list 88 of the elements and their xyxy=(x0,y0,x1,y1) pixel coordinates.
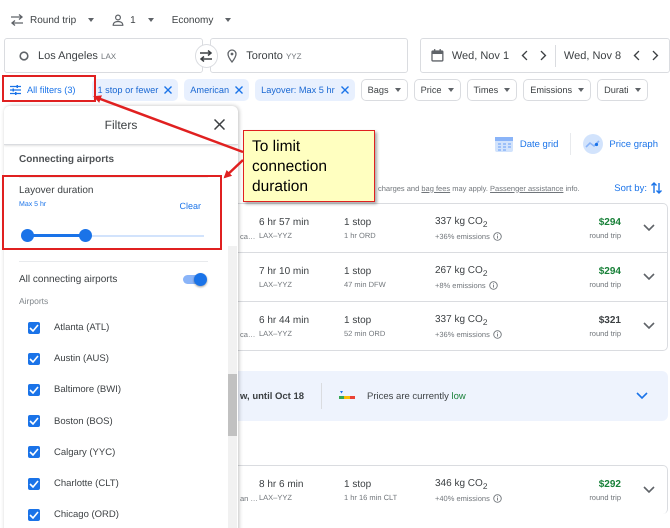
departure-date-field[interactable]: Wed, Nov 1 xyxy=(452,50,510,62)
swap-button[interactable] xyxy=(194,44,218,68)
chevron-right-icon[interactable] xyxy=(652,50,659,61)
chevron-down-icon[interactable] xyxy=(643,322,655,330)
airport-option[interactable]: Baltimore (BWI) xyxy=(54,384,122,396)
info-icon xyxy=(492,494,502,502)
flight-duration: 7 hr 10 min xyxy=(259,266,310,276)
flight-duration: 8 hr 6 min xyxy=(259,478,304,490)
slider-handle[interactable] xyxy=(20,229,34,242)
slider-handle[interactable] xyxy=(78,229,92,242)
swap-arrows-icon xyxy=(10,14,24,26)
filter-chip[interactable]: American xyxy=(184,79,250,101)
checkbox[interactable] xyxy=(28,415,40,428)
filter-chip[interactable]: 1 stop or fewer xyxy=(92,79,178,101)
checkbox[interactable] xyxy=(28,322,40,334)
emissions-amount: 337 kg CO$_{2}$ xyxy=(435,314,488,326)
swap-arrows-icon xyxy=(199,50,214,62)
checkbox[interactable] xyxy=(28,508,40,521)
person-icon xyxy=(112,14,124,26)
annotation-arrow xyxy=(224,159,244,178)
chevron-left-icon[interactable] xyxy=(633,50,640,61)
chevron-left-icon[interactable] xyxy=(521,50,528,61)
price-insight-text: w, until Oct 18 xyxy=(239,390,306,402)
sliders-icon xyxy=(10,85,21,95)
filter-dropdown[interactable]: Price xyxy=(414,79,461,101)
date-grid-button[interactable]: Date grid xyxy=(494,135,558,153)
emissions-amount: 346 kg CO$_{2}$ xyxy=(435,478,488,490)
flight-price: $292 xyxy=(598,478,621,490)
calendar-grid-icon xyxy=(494,135,514,153)
clear-link[interactable]: Clear xyxy=(179,201,201,211)
info-icon xyxy=(492,330,502,338)
return-date-field[interactable]: Wed, Nov 8 xyxy=(564,50,622,62)
stops-count: 1 stop xyxy=(344,266,372,276)
destination-field[interactable]: Toronto YYZ xyxy=(210,38,408,73)
flight-price: $294 xyxy=(598,266,621,276)
panel-title: Filters xyxy=(104,118,138,132)
airport-option[interactable]: Boston (BOS) xyxy=(54,416,113,427)
stops-count: 1 stop xyxy=(344,216,372,228)
chevron-right-icon[interactable] xyxy=(540,50,547,61)
close-icon[interactable] xyxy=(214,119,225,130)
stops-count: 1 stop xyxy=(344,478,372,490)
airport-option[interactable]: Chicago (ORD) xyxy=(54,509,119,520)
airport-option[interactable]: Charlotte (CLT) xyxy=(54,478,119,490)
info-icon xyxy=(488,280,498,290)
airport-option[interactable]: Calgary (YYC) xyxy=(54,446,116,458)
airports-heading: Airports xyxy=(19,296,50,306)
calendar-icon xyxy=(431,49,444,62)
airport-option[interactable]: Atlanta (ATL) xyxy=(54,322,110,334)
filter-chip[interactable]: Layover: Max 5 hr xyxy=(255,79,355,101)
flight-price: $321 xyxy=(598,314,621,326)
filter-dropdown[interactable]: Emissions xyxy=(523,79,592,101)
checkbox[interactable] xyxy=(28,446,40,458)
checkbox[interactable] xyxy=(28,352,40,365)
section-heading: Connecting airports xyxy=(19,153,116,167)
flight-duration: 6 hr 57 min xyxy=(259,216,310,228)
emissions-amount: 267 kg CO$_{2}$ xyxy=(435,264,488,278)
flight-duration: 6 hr 44 min xyxy=(259,314,310,326)
price-status-text: Prices are currently low xyxy=(367,390,466,402)
chevron-down-icon[interactable] xyxy=(643,486,655,494)
price-level-icon xyxy=(339,391,355,401)
filter-dropdown[interactable]: Bags xyxy=(360,79,408,101)
location-pin-icon xyxy=(227,48,238,62)
cabin-class-dropdown[interactable]: Economy xyxy=(172,14,232,26)
emissions-amount: 337 kg CO$_{2}$ xyxy=(435,216,488,228)
sort-button[interactable]: Sort by: xyxy=(614,182,662,194)
info-icon xyxy=(492,232,502,240)
layover-duration-label: Layover duration xyxy=(19,185,94,196)
trip-type-dropdown[interactable]: Round trip xyxy=(10,14,94,26)
checkbox[interactable] xyxy=(28,384,40,396)
chevron-down-icon[interactable] xyxy=(643,273,655,281)
flight-price: $294 xyxy=(598,216,621,228)
chevron-down-icon[interactable] xyxy=(636,392,648,400)
chevron-down-icon[interactable] xyxy=(643,224,655,232)
line-graph-icon xyxy=(583,134,604,154)
filter-dropdown[interactable]: Durati xyxy=(597,79,648,101)
circle-icon xyxy=(19,50,29,60)
toggle-switch[interactable] xyxy=(183,275,205,284)
airport-option[interactable]: Austin (AUS) xyxy=(54,353,109,364)
stops-count: 1 stop xyxy=(344,314,372,326)
sort-arrows-icon xyxy=(651,182,662,194)
filter-dropdown[interactable]: Times xyxy=(466,79,518,101)
all-airports-label: All connecting airports xyxy=(19,274,118,285)
annotation-callout: To limit connection duration xyxy=(243,130,375,202)
passengers-dropdown[interactable]: 1 xyxy=(112,14,154,26)
scrollbar[interactable] xyxy=(228,246,237,528)
origin-field[interactable]: Los Angeles LAX xyxy=(4,38,203,73)
checkbox[interactable] xyxy=(28,478,40,490)
price-graph-button[interactable]: Price graph xyxy=(583,134,658,154)
